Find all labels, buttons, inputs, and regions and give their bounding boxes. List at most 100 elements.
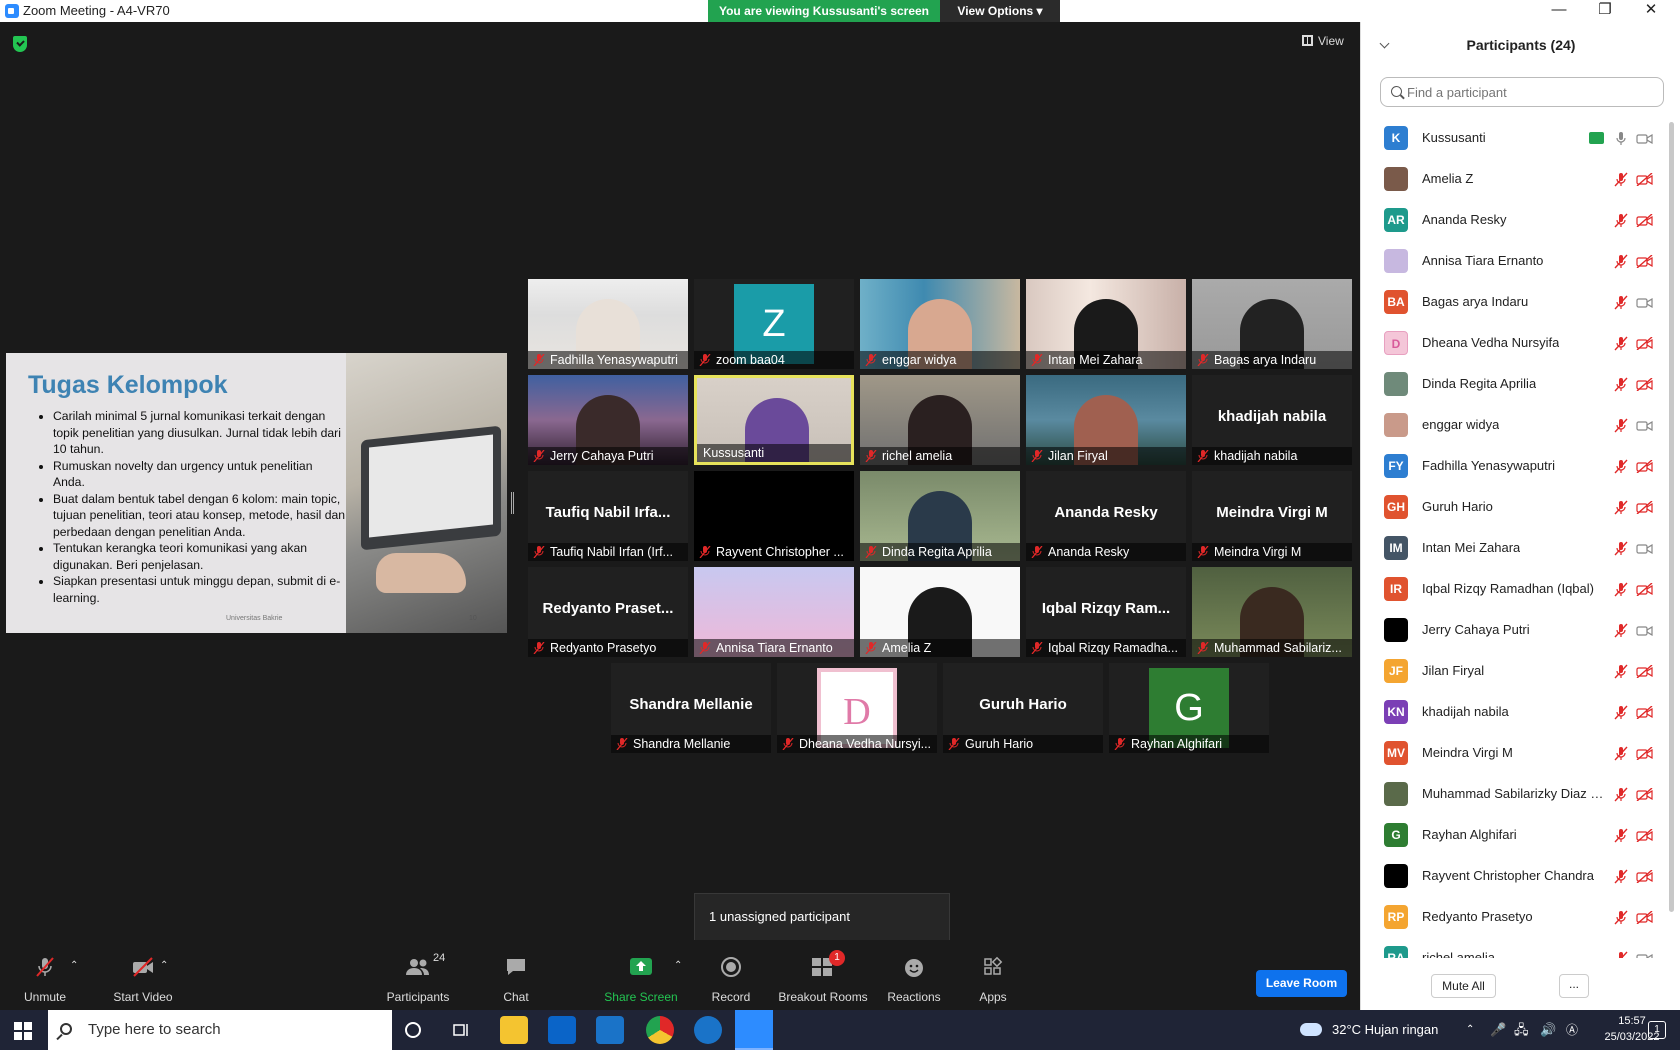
mic-muted-icon[interactable] [1614,705,1628,720]
mic-muted-icon[interactable] [1614,664,1628,679]
mic-muted-icon[interactable] [1614,869,1628,884]
windows-start-icon[interactable] [14,1022,32,1040]
volume-icon[interactable]: 🔊 [1540,1010,1556,1050]
participant-row[interactable]: Rayvent Christopher Chandra [1361,856,1671,897]
video-tile[interactable]: Bagas arya Indaru [1192,279,1352,369]
mic-muted-icon[interactable] [1614,828,1628,843]
video-tile[interactable]: richel amelia [860,375,1020,465]
panel-scrollbar[interactable] [1669,122,1674,912]
participant-row[interactable]: IM Intan Mei Zahara [1361,528,1671,569]
breakout-rooms-button[interactable]: 1 Breakout Rooms [777,940,869,1010]
unmute-button[interactable]: Unmute [0,940,90,1010]
splitter-handle[interactable] [511,492,514,514]
participant-row[interactable]: FY Fadhilla Yenasywaputri [1361,446,1671,487]
mic-muted-icon[interactable] [1614,951,1628,958]
participant-row[interactable]: Muhammad Sabilarizky Diaz Pu... [1361,774,1671,815]
chat-button[interactable]: Chat [471,940,561,1010]
video-tile[interactable]: Ananda Resky Ananda Resky [1026,471,1186,561]
mic-muted-icon[interactable] [1614,336,1628,351]
audio-options-caret-icon[interactable]: ⌃ [70,960,78,971]
reactions-button[interactable]: Reactions [869,940,959,1010]
mic-tray-icon[interactable]: 🎤 [1490,1010,1506,1050]
participant-row[interactable]: IR Iqbal Rizqy Ramadhan (Iqbal) [1361,569,1671,610]
mic-muted-icon[interactable] [1614,418,1628,433]
participant-row[interactable]: RA richel amelia [1361,938,1671,958]
video-options-caret-icon[interactable]: ⌃ [160,960,168,971]
mic-muted-icon[interactable] [1614,295,1628,310]
video-tile[interactable]: Shandra Mellanie Shandra Mellanie [611,663,771,753]
mic-muted-icon[interactable] [1614,541,1628,556]
video-tile[interactable]: Intan Mei Zahara [1026,279,1186,369]
participant-row[interactable]: KN khadijah nabila [1361,692,1671,733]
teamviewer-icon[interactable] [694,1016,722,1044]
taskbar-search-input[interactable]: Type here to search [48,1010,392,1050]
participant-row[interactable]: GH Guruh Hario [1361,487,1671,528]
participant-search-input[interactable] [1380,77,1664,107]
participants-button[interactable]: 24 Participants [373,940,463,1010]
mic-muted-icon[interactable] [1614,582,1628,597]
participant-row[interactable]: BA Bagas arya Indaru [1361,282,1671,323]
share-screen-button[interactable]: Share Screen [596,940,686,1010]
video-tile[interactable]: G Rayhan Alghifari [1109,663,1269,753]
zoom-taskbar-icon[interactable] [735,1010,773,1050]
mute-all-button[interactable]: Mute All [1431,974,1496,998]
notification-icon[interactable]: 1 [1648,1021,1666,1039]
participant-row[interactable]: Dinda Regita Aprilia [1361,364,1671,405]
video-tile[interactable]: Kussusanti [694,375,854,465]
task-view-icon[interactable] [453,1022,471,1038]
participant-row[interactable]: JF Jilan Firyal [1361,651,1671,692]
close-button[interactable]: ✕ [1628,0,1674,22]
mic-muted-icon[interactable] [1614,377,1628,392]
mail-icon[interactable] [596,1016,624,1044]
encryption-shield-icon[interactable] [13,36,27,52]
network-icon[interactable]: 🖧 [1514,1010,1529,1050]
apps-button[interactable]: Apps [948,940,1038,1010]
view-options-button[interactable]: View Options ▾ [940,0,1060,22]
unassigned-participant-tooltip[interactable]: 1 unassigned participant [694,893,950,941]
participant-row[interactable]: D Dheana Vedha Nursyifa [1361,323,1671,364]
more-options-button[interactable]: ... [1559,974,1589,998]
mic-muted-icon[interactable] [1614,746,1628,761]
share-options-caret-icon[interactable]: ⌃ [674,960,682,971]
participant-row[interactable]: Amelia Z [1361,159,1671,200]
video-tile[interactable]: Redyanto Praset... Redyanto Prasetyo [528,567,688,657]
mic-muted-icon[interactable] [1614,213,1628,228]
mic-on-icon[interactable] [1614,131,1628,146]
mic-muted-icon[interactable] [1614,459,1628,474]
store-icon[interactable] [548,1016,576,1044]
chrome-icon[interactable] [646,1016,674,1044]
cortana-icon[interactable] [405,1022,421,1038]
participant-row[interactable]: K Kussusanti [1361,118,1671,159]
video-tile[interactable]: enggar widya [860,279,1020,369]
video-tile[interactable]: Annisa Tiara Ernanto [694,567,854,657]
video-tile[interactable]: Guruh Hario Guruh Hario [943,663,1103,753]
video-tile[interactable]: khadijah nabila khadijah nabila [1192,375,1352,465]
video-tile[interactable]: Amelia Z [860,567,1020,657]
video-tile[interactable]: Rayvent Christopher ... [694,471,854,561]
participant-row[interactable]: Annisa Tiara Ernanto [1361,241,1671,282]
mic-muted-icon[interactable] [1614,172,1628,187]
minimize-button[interactable]: — [1536,0,1582,22]
show-hidden-icons[interactable]: ⌃ [1466,1010,1474,1050]
participant-row[interactable]: Jerry Cahaya Putri [1361,610,1671,651]
video-tile[interactable]: Jilan Firyal [1026,375,1186,465]
mic-muted-icon[interactable] [1614,623,1628,638]
video-tile[interactable]: Dinda Regita Aprilia [860,471,1020,561]
participant-row[interactable]: AR Ananda Resky [1361,200,1671,241]
video-tile[interactable]: Muhammad Sabilariz... [1192,567,1352,657]
maximize-button[interactable]: ❐ [1582,0,1628,22]
mic-muted-icon[interactable] [1614,787,1628,802]
mic-muted-icon[interactable] [1614,500,1628,515]
video-tile[interactable]: Iqbal Rizqy Ram... Iqbal Rizqy Ramadha... [1026,567,1186,657]
participant-row[interactable]: enggar widya [1361,405,1671,446]
video-tile[interactable]: Fadhilla Yenasywaputri [528,279,688,369]
video-tile[interactable]: Zzoom baa04 [694,279,854,369]
video-tile[interactable]: Meindra Virgi M Meindra Virgi M [1192,471,1352,561]
participant-row[interactable]: G Rayhan Alghifari [1361,815,1671,856]
leave-room-button[interactable]: Leave Room [1256,970,1347,997]
participant-row[interactable]: MV Meindra Virgi M [1361,733,1671,774]
start-video-button[interactable]: Start Video [98,940,188,1010]
video-tile[interactable]: Taufiq Nabil Irfa... Taufiq Nabil Irfan (… [528,471,688,561]
video-tile[interactable]: Jerry Cahaya Putri [528,375,688,465]
file-explorer-icon[interactable] [500,1016,528,1044]
